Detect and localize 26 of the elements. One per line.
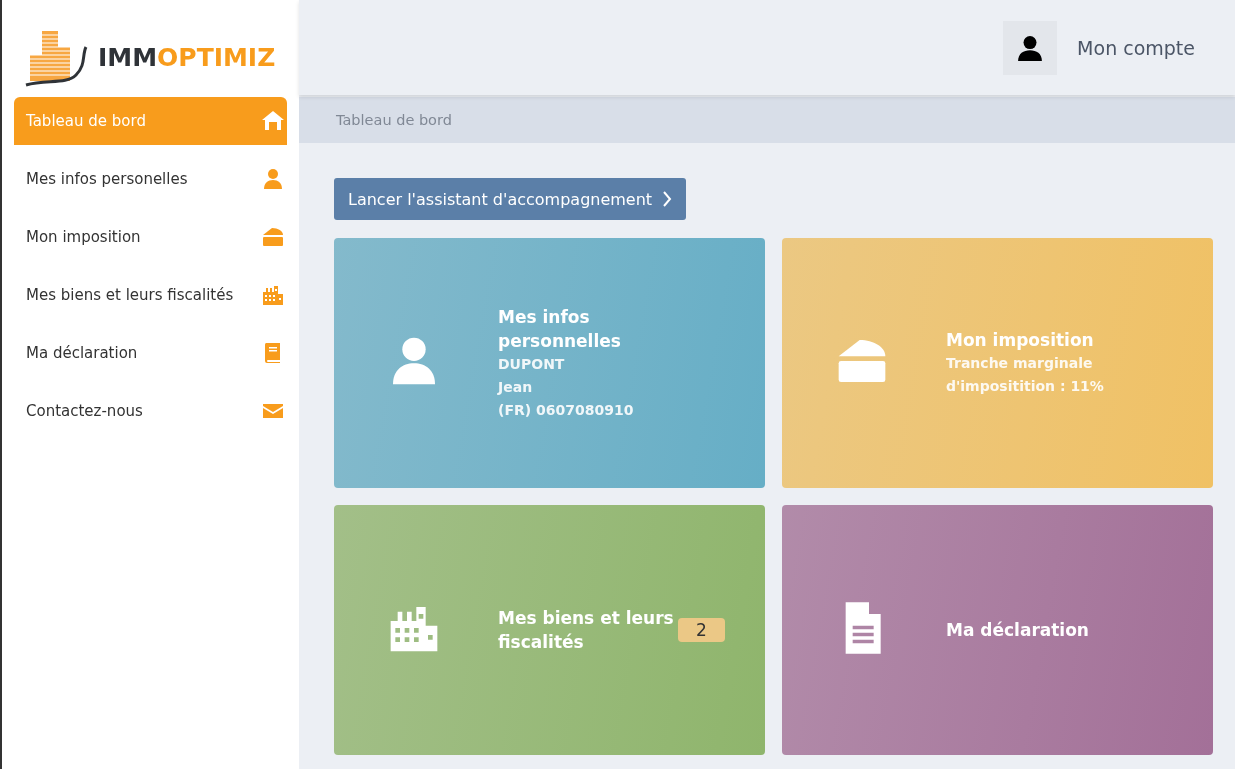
card-detail: Jean	[498, 377, 534, 397]
sidebar-item[interactable]: Mon imposition	[14, 213, 287, 261]
buildings-icon	[261, 283, 285, 307]
sidebar-item[interactable]: Mes biens et leurs fiscalités	[14, 271, 287, 319]
sidebar-item[interactable]: Mes infos personelles	[14, 155, 287, 203]
person-icon	[261, 167, 285, 191]
card-title: Mes biens et leurs fiscalités	[498, 607, 675, 654]
account-link[interactable]: Mon compte	[1077, 36, 1195, 59]
card-detail: (FR) 0607080910	[498, 400, 635, 420]
chevron-icon	[662, 191, 673, 207]
avatar[interactable]	[1003, 20, 1058, 75]
sidebar-item[interactable]: Contactez-nous	[14, 387, 287, 435]
breadcrumb: Tableau de bord	[336, 112, 452, 128]
sidebar-item[interactable]: Ma déclaration	[14, 329, 287, 377]
card-title: Mon imposition	[946, 329, 1095, 352]
card-detail: Tranche marginale d'impositition : 11%	[946, 354, 1105, 396]
dashboard-card[interactable]: Mes biens et leurs fiscalités 2	[334, 505, 765, 755]
cake-icon	[261, 225, 285, 249]
logo-wordmark: IMMOPTIMIZ	[98, 43, 276, 72]
assistant-button[interactable]: Lancer l'assistant d'accompagnement	[334, 178, 687, 220]
card-title: Mes infos personnelles	[498, 305, 622, 353]
card-detail: DUPONT	[498, 354, 566, 374]
count-badge: 2	[678, 618, 725, 642]
home-icon	[261, 109, 285, 133]
card-title: Ma déclaration	[946, 619, 1090, 642]
user-silhouette-icon	[1017, 34, 1044, 61]
